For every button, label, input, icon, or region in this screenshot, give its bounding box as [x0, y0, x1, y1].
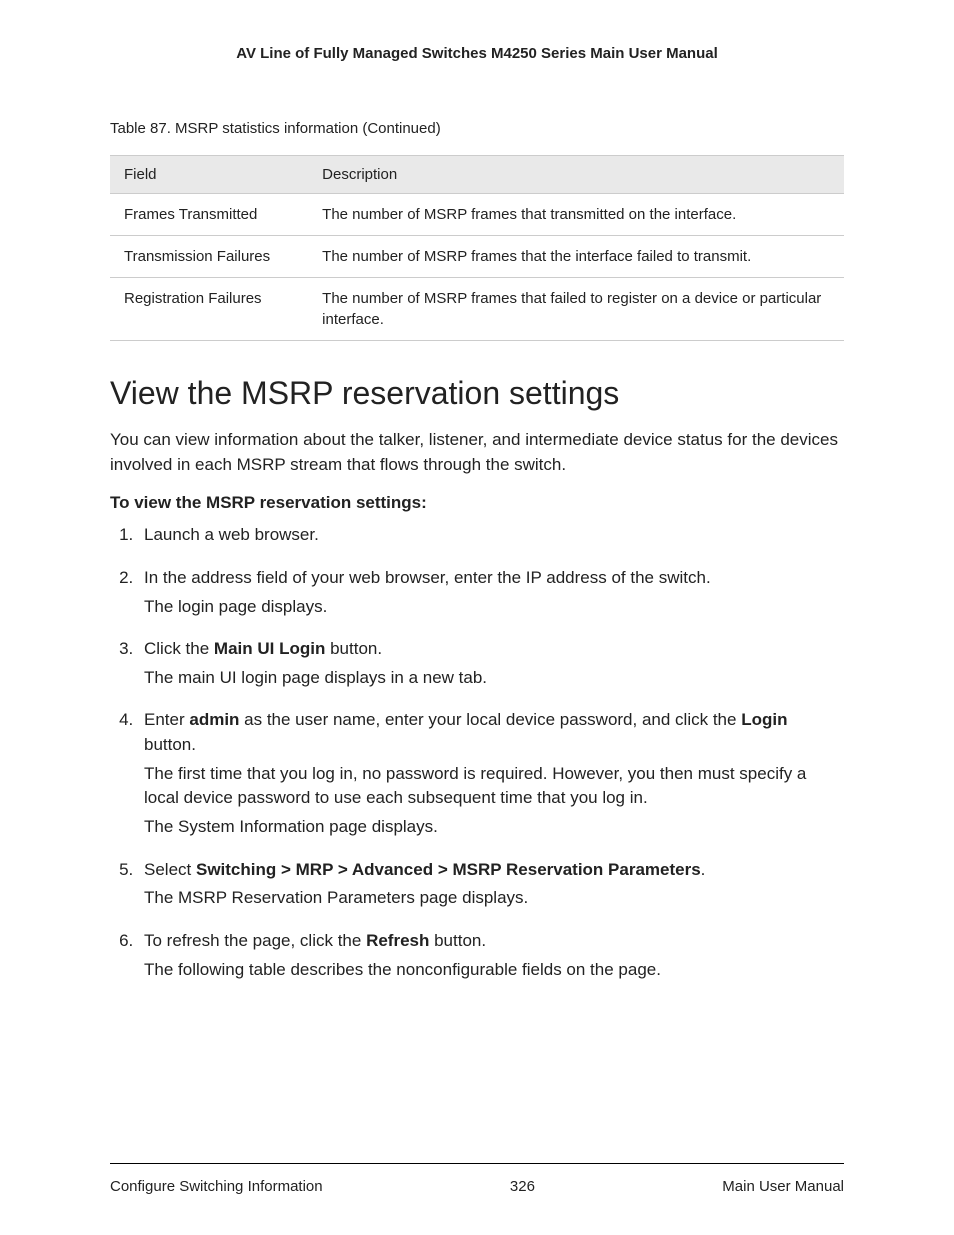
msrp-stats-table: Field Description Frames Transmitted The… — [110, 155, 844, 341]
step-text-bold: Main UI Login — [214, 639, 325, 658]
step-subtext: The following table describes the noncon… — [144, 958, 844, 983]
step-1: Launch a web browser. — [138, 523, 844, 548]
step-subtext: The login page displays. — [144, 595, 844, 620]
step-6: To refresh the page, click the Refresh b… — [138, 929, 844, 982]
table-caption: Table 87. MSRP statistics information (C… — [110, 120, 844, 137]
document-page: AV Line of Fully Managed Switches M4250 … — [0, 0, 954, 1235]
step-subtext: The main UI login page displays in a new… — [144, 666, 844, 691]
step-text-mid: as the user name, enter your local devic… — [239, 710, 741, 729]
step-text-bold: Refresh — [366, 931, 429, 950]
section-heading: View the MSRP reservation settings — [110, 375, 844, 412]
intro-paragraph: You can view information about the talke… — [110, 428, 844, 477]
step-text-post: button. — [429, 931, 486, 950]
step-text-bold: Switching > MRP > Advanced > MSRP Reserv… — [196, 860, 701, 879]
step-2: In the address field of your web browser… — [138, 566, 844, 619]
table-cell-desc: The number of MSRP frames that transmitt… — [308, 194, 844, 236]
step-text: In the address field of your web browser… — [144, 568, 711, 587]
step-text-post: button. — [144, 735, 196, 754]
table-cell-desc: The number of MSRP frames that failed to… — [308, 278, 844, 341]
table-header-field: Field — [110, 156, 308, 194]
table-row: Registration Failures The number of MSRP… — [110, 278, 844, 341]
footer-left: Configure Switching Information — [110, 1178, 323, 1195]
step-text-pre: To refresh the page, click the — [144, 931, 366, 950]
step-text-bold: admin — [189, 710, 239, 729]
table-cell-field: Registration Failures — [110, 278, 308, 341]
procedure-subheading: To view the MSRP reservation settings: — [110, 493, 844, 513]
table-cell-field: Frames Transmitted — [110, 194, 308, 236]
table-header-description: Description — [308, 156, 844, 194]
table-row: Transmission Failures The number of MSRP… — [110, 236, 844, 278]
step-subtext: The MSRP Reservation Parameters page dis… — [144, 886, 844, 911]
footer-right: Main User Manual — [722, 1178, 844, 1195]
step-text-pre: Select — [144, 860, 196, 879]
step-4: Enter admin as the user name, enter your… — [138, 708, 844, 839]
step-text: Launch a web browser. — [144, 525, 319, 544]
step-3: Click the Main UI Login button. The main… — [138, 637, 844, 690]
step-text-post: . — [701, 860, 706, 879]
page-footer: Configure Switching Information 326 Main… — [110, 1163, 844, 1195]
table-cell-field: Transmission Failures — [110, 236, 308, 278]
document-header: AV Line of Fully Managed Switches M4250 … — [110, 45, 844, 62]
step-subtext: The System Information page displays. — [144, 815, 844, 840]
step-text-bold: Login — [741, 710, 787, 729]
table-cell-desc: The number of MSRP frames that the inter… — [308, 236, 844, 278]
footer-page-number: 326 — [323, 1178, 723, 1195]
table-row: Frames Transmitted The number of MSRP fr… — [110, 194, 844, 236]
step-5: Select Switching > MRP > Advanced > MSRP… — [138, 858, 844, 911]
step-text-post: button. — [325, 639, 382, 658]
step-subtext: The first time that you log in, no passw… — [144, 762, 844, 811]
procedure-steps: Launch a web browser. In the address fie… — [110, 523, 844, 982]
step-text-pre: Click the — [144, 639, 214, 658]
step-text-pre: Enter — [144, 710, 189, 729]
